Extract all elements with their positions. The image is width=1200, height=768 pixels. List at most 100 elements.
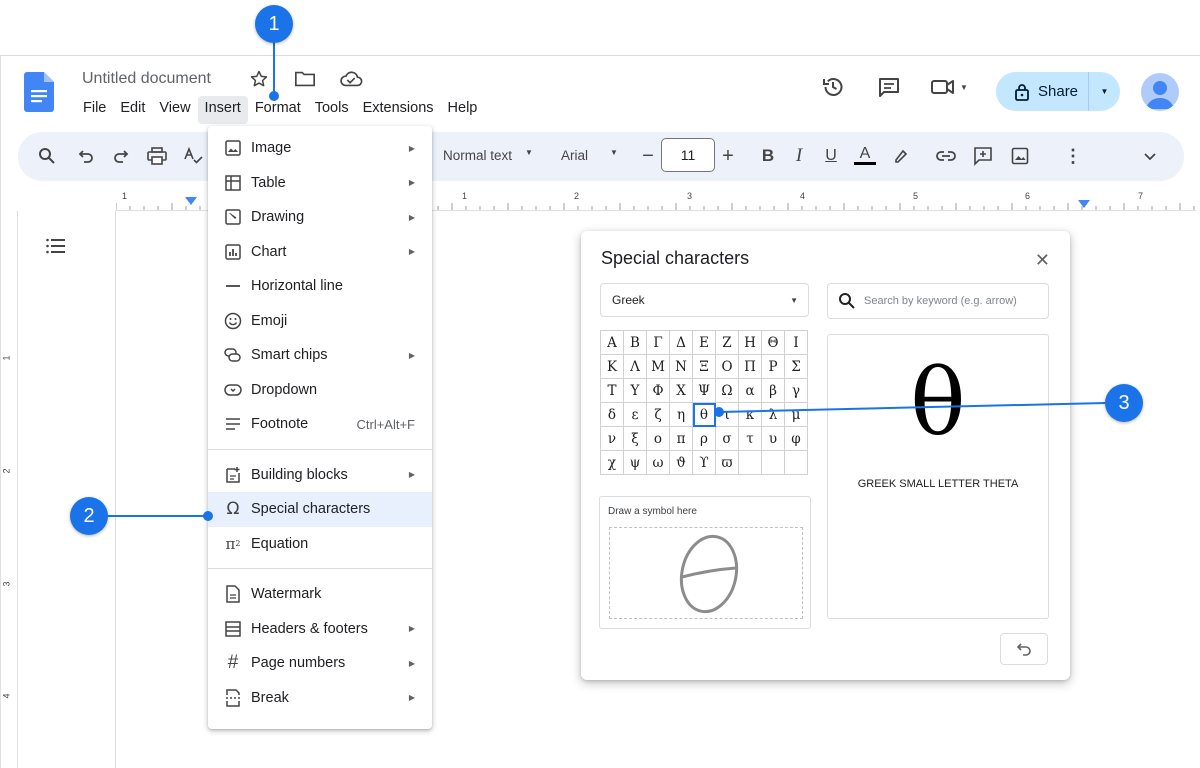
document-title[interactable]: Untitled document (82, 70, 211, 88)
undo-icon[interactable] (74, 144, 98, 168)
char-cell[interactable]: ψ (623, 450, 647, 475)
char-cell[interactable]: Υ (623, 378, 647, 403)
char-cell[interactable]: Γ (646, 330, 670, 355)
char-cell[interactable]: ν (600, 426, 624, 451)
char-cell[interactable]: Ν (669, 354, 693, 379)
char-cell[interactable]: Ζ (715, 330, 739, 355)
char-cell[interactable]: β (761, 378, 785, 403)
undo-button[interactable] (1000, 633, 1048, 665)
menu-item-headers-footers[interactable]: Headers & footers ▶ (208, 612, 432, 647)
font-select[interactable]: Arial (561, 148, 588, 163)
increase-font-size-icon[interactable]: + (716, 144, 740, 168)
bold-icon[interactable]: B (756, 144, 780, 168)
menu-insert[interactable]: Insert (197, 96, 248, 124)
insert-image-icon[interactable] (1008, 144, 1032, 168)
char-cell[interactable]: Ο (715, 354, 739, 379)
char-cell[interactable]: Μ (646, 354, 670, 379)
menu-item-horizontal-line[interactable]: Horizontal line (208, 269, 432, 304)
add-comment-icon[interactable] (971, 144, 995, 168)
document-outline-icon[interactable] (46, 238, 66, 254)
draw-canvas[interactable] (609, 527, 803, 619)
collapse-toolbar-icon[interactable] (1138, 144, 1162, 168)
char-cell[interactable]: Χ (669, 378, 693, 403)
text-color-icon[interactable]: A (853, 143, 877, 167)
style-dropdown-icon[interactable]: ▼ (525, 148, 533, 157)
search-input[interactable] (864, 295, 1034, 307)
char-cell[interactable]: Κ (600, 354, 624, 379)
char-cell[interactable]: ρ (692, 426, 716, 451)
menu-item-table[interactable]: Table ▶ (208, 166, 432, 201)
version-history-icon[interactable] (818, 72, 848, 102)
menu-format[interactable]: Format (248, 96, 308, 124)
menu-item-equation[interactable]: π2 Equation (208, 527, 432, 562)
char-cell[interactable]: Τ (600, 378, 624, 403)
char-cell[interactable]: Δ (669, 330, 693, 355)
char-cell[interactable]: Η (738, 330, 762, 355)
menu-edit[interactable]: Edit (113, 96, 152, 124)
meet-dropdown-icon[interactable]: ▼ (960, 83, 968, 92)
char-cell[interactable]: φ (784, 426, 808, 451)
char-cell[interactable]: δ (600, 402, 624, 427)
search-menus-icon[interactable] (35, 144, 59, 168)
char-cell[interactable]: ι (715, 402, 739, 427)
menu-item-page-numbers[interactable]: # Page numbers ▶ (208, 646, 432, 681)
char-cell[interactable]: σ (715, 426, 739, 451)
char-cell[interactable]: Β (623, 330, 647, 355)
move-folder-icon[interactable] (292, 68, 318, 90)
category-select[interactable]: Greek ▼ (600, 283, 809, 317)
menu-item-break[interactable]: Break ▶ (208, 681, 432, 716)
menu-view[interactable]: View (152, 96, 197, 124)
print-icon[interactable] (145, 144, 169, 168)
menu-item-drawing[interactable]: Drawing ▶ (208, 200, 432, 235)
docs-logo-icon[interactable] (24, 72, 54, 112)
menu-item-footnote[interactable]: Footnote Ctrl+Alt+F (208, 407, 432, 442)
menu-item-dropdown[interactable]: Dropdown (208, 373, 432, 408)
char-cell[interactable]: Ψ (692, 378, 716, 403)
menu-item-special-characters[interactable]: Ω Special characters (208, 492, 432, 527)
char-cell[interactable]: ε (623, 402, 647, 427)
char-cell[interactable]: γ (784, 378, 808, 403)
char-cell[interactable]: Φ (646, 378, 670, 403)
comments-icon[interactable] (874, 72, 904, 102)
spellcheck-icon[interactable] (181, 144, 205, 168)
style-select[interactable]: Normal text (443, 148, 512, 163)
avatar[interactable] (1141, 73, 1179, 111)
char-cell[interactable]: ξ (623, 426, 647, 451)
char-cell[interactable]: Ι (784, 330, 808, 355)
char-cell[interactable]: υ (761, 426, 785, 451)
menu-item-emoji[interactable]: Emoji (208, 304, 432, 339)
char-cell[interactable]: π (669, 426, 693, 451)
underline-icon[interactable]: U (819, 144, 843, 168)
char-cell[interactable]: τ (738, 426, 762, 451)
menu-item-image[interactable]: Image ▶ (208, 131, 432, 166)
char-cell[interactable]: ϖ (715, 450, 739, 475)
char-cell[interactable]: Ξ (692, 354, 716, 379)
char-cell[interactable]: η (669, 402, 693, 427)
cloud-saved-icon[interactable] (338, 68, 364, 90)
char-cell[interactable]: Θ (761, 330, 785, 355)
char-cell[interactable]: ϒ (692, 450, 716, 475)
menu-file[interactable]: File (76, 96, 113, 124)
more-options-icon[interactable]: ⋮ (1061, 144, 1085, 168)
char-cell[interactable]: Ω (715, 378, 739, 403)
char-cell[interactable]: Ρ (761, 354, 785, 379)
italic-icon[interactable]: I (787, 144, 811, 168)
share-button[interactable]: Share (996, 72, 1088, 111)
char-cell[interactable]: ω (646, 450, 670, 475)
char-cell[interactable]: ϑ (669, 450, 693, 475)
menu-item-building-blocks[interactable]: Building blocks ▶ (208, 458, 432, 493)
char-cell[interactable]: λ (761, 402, 785, 427)
right-indent-marker-icon[interactable] (1078, 200, 1090, 210)
char-cell[interactable]: Π (738, 354, 762, 379)
insert-link-icon[interactable] (934, 144, 958, 168)
font-size-input[interactable]: 11 (661, 138, 715, 172)
decrease-font-size-icon[interactable]: − (636, 144, 660, 168)
char-cell[interactable]: ζ (646, 402, 670, 427)
share-dropdown-icon[interactable]: ▼ (1089, 87, 1120, 96)
menu-extensions[interactable]: Extensions (356, 96, 441, 124)
char-cell[interactable]: ο (646, 426, 670, 451)
meet-video-icon[interactable] (928, 72, 958, 102)
font-dropdown-icon[interactable]: ▼ (610, 148, 618, 157)
char-cell[interactable]: Σ (784, 354, 808, 379)
char-cell-selected[interactable]: θ (692, 402, 716, 427)
